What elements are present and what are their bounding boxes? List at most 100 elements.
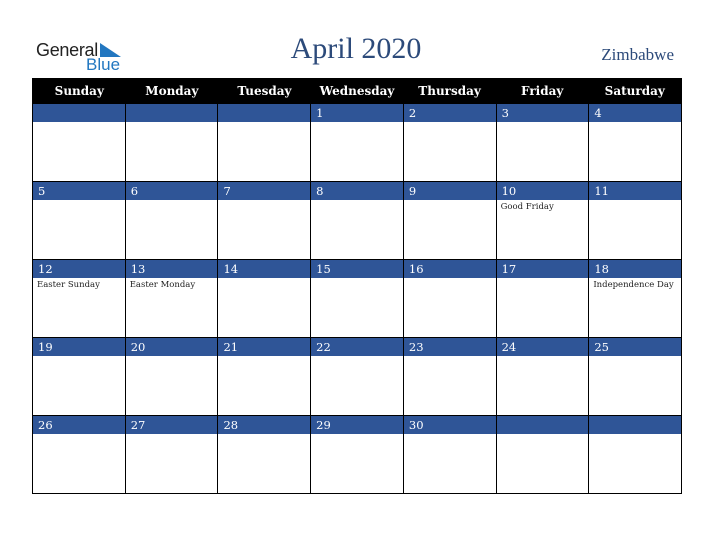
day-cell[interactable] bbox=[124, 104, 218, 181]
day-cell[interactable]: 21 bbox=[217, 338, 311, 415]
day-cell[interactable]: 2 bbox=[402, 104, 496, 181]
holiday-label bbox=[589, 434, 681, 436]
day-cell[interactable]: 6 bbox=[124, 182, 218, 259]
day-cell[interactable]: 17 bbox=[495, 260, 589, 337]
holiday-label bbox=[126, 356, 218, 358]
day-cell[interactable]: 3 bbox=[495, 104, 589, 181]
holiday-label bbox=[311, 122, 403, 124]
holiday-label bbox=[218, 434, 310, 436]
day-number: 10 bbox=[496, 182, 589, 200]
calendar-grid: Sunday Monday Tuesday Wednesday Thursday… bbox=[32, 78, 682, 494]
holiday-label bbox=[126, 200, 218, 202]
week-row: 1234 bbox=[33, 103, 682, 181]
day-number: 29 bbox=[311, 416, 403, 434]
day-number: 13 bbox=[125, 260, 218, 278]
holiday-label bbox=[404, 356, 496, 358]
holiday-label bbox=[33, 356, 125, 358]
holiday-label bbox=[311, 434, 403, 436]
day-cell[interactable] bbox=[495, 416, 589, 493]
day-cell[interactable] bbox=[588, 416, 682, 493]
day-cell[interactable]: 15 bbox=[310, 260, 403, 337]
day-number: 11 bbox=[589, 182, 682, 200]
day-cell[interactable]: 16 bbox=[402, 260, 496, 337]
day-number bbox=[218, 104, 311, 122]
holiday-label: Easter Monday bbox=[129, 280, 196, 290]
day-number bbox=[589, 416, 682, 434]
weekday-friday: Friday bbox=[521, 84, 564, 98]
day-cell[interactable]: 1 bbox=[310, 104, 403, 181]
day-number: 20 bbox=[125, 338, 218, 356]
day-cell[interactable]: 24 bbox=[495, 338, 589, 415]
day-cell[interactable]: 26 bbox=[33, 416, 125, 493]
holiday-label bbox=[497, 122, 589, 124]
holiday-label bbox=[497, 434, 589, 436]
day-cell[interactable]: 14 bbox=[217, 260, 311, 337]
holiday-label: Easter Sunday bbox=[37, 280, 100, 290]
day-cell[interactable]: 23 bbox=[402, 338, 496, 415]
day-cell[interactable] bbox=[217, 104, 311, 181]
day-number: 4 bbox=[589, 104, 682, 122]
day-cell[interactable]: 4 bbox=[588, 104, 682, 181]
country-label: Zimbabwe bbox=[601, 45, 674, 64]
day-cell[interactable]: 30 bbox=[402, 416, 496, 493]
week-row: 12 Easter Sunday 13 Easter Monday 14 15 16 17 18… bbox=[33, 259, 682, 337]
day-cell[interactable] bbox=[33, 104, 125, 181]
week-row: 5 6 7 8 9 10 Good Friday 11 bbox=[33, 181, 682, 259]
day-cell[interactable]: 7 bbox=[217, 182, 311, 259]
day-cell[interactable]: 11 bbox=[588, 182, 682, 259]
week-row: 19 20 21 22 23 24 25 bbox=[33, 337, 682, 415]
day-number: 1 bbox=[311, 104, 403, 122]
day-cell[interactable]: 8 bbox=[310, 182, 403, 259]
day-number: 2 bbox=[403, 104, 496, 122]
day-cell[interactable]: 25 bbox=[588, 338, 682, 415]
day-number: 8 bbox=[311, 182, 403, 200]
day-cell[interactable]: 9 bbox=[402, 182, 496, 259]
day-cell[interactable]: 28 bbox=[217, 416, 311, 493]
holiday-label bbox=[33, 122, 125, 124]
holiday-label bbox=[404, 200, 496, 202]
day-cell[interactable]: 27 bbox=[124, 416, 218, 493]
day-number: 28 bbox=[218, 416, 311, 434]
holiday-label bbox=[33, 434, 125, 436]
day-number: 6 bbox=[125, 182, 218, 200]
holiday-label bbox=[497, 278, 589, 280]
week-row: 26 27 28 29 30 bbox=[33, 415, 682, 493]
holiday-label bbox=[218, 122, 310, 124]
holiday-label: Good Friday bbox=[500, 202, 554, 212]
day-cell[interactable]: 19 bbox=[33, 338, 125, 415]
weekday-saturday: Saturday bbox=[604, 84, 665, 98]
day-cell[interactable]: 20 bbox=[124, 338, 218, 415]
day-number: 18 bbox=[589, 260, 682, 278]
day-number: 25 bbox=[589, 338, 682, 356]
day-cell[interactable]: 12 Easter Sunday bbox=[33, 260, 125, 337]
day-number: 30 bbox=[403, 416, 496, 434]
day-cell[interactable]: 5 bbox=[33, 182, 125, 259]
day-number: 22 bbox=[311, 338, 403, 356]
holiday-label bbox=[589, 200, 681, 202]
holiday-label bbox=[126, 434, 218, 436]
holiday-label: Independence Day bbox=[593, 280, 674, 290]
day-cell[interactable]: 29 bbox=[310, 416, 403, 493]
day-number bbox=[496, 416, 589, 434]
holiday-label bbox=[589, 356, 681, 358]
holiday-label bbox=[218, 200, 310, 202]
day-number bbox=[33, 104, 125, 122]
day-number: 14 bbox=[218, 260, 311, 278]
holiday-label bbox=[497, 356, 589, 358]
holiday-label bbox=[404, 278, 496, 280]
weekday-monday: Monday bbox=[145, 84, 199, 98]
day-cell[interactable]: 10 Good Friday bbox=[495, 182, 589, 259]
day-number: 26 bbox=[33, 416, 125, 434]
day-number: 15 bbox=[311, 260, 403, 278]
day-number: 19 bbox=[33, 338, 125, 356]
weekday-wednesday: Wednesday bbox=[319, 84, 395, 98]
weekday-header-row: Sunday Monday Tuesday Wednesday Thursday… bbox=[33, 79, 681, 103]
day-cell[interactable]: 22 bbox=[310, 338, 403, 415]
holiday-label bbox=[311, 278, 403, 280]
day-cell[interactable]: 18 Independence Day bbox=[588, 260, 682, 337]
day-number: 23 bbox=[403, 338, 496, 356]
holiday-label bbox=[589, 122, 681, 124]
day-cell[interactable]: 13 Easter Monday bbox=[124, 260, 218, 337]
holiday-label bbox=[311, 356, 403, 358]
holiday-label bbox=[311, 200, 403, 202]
